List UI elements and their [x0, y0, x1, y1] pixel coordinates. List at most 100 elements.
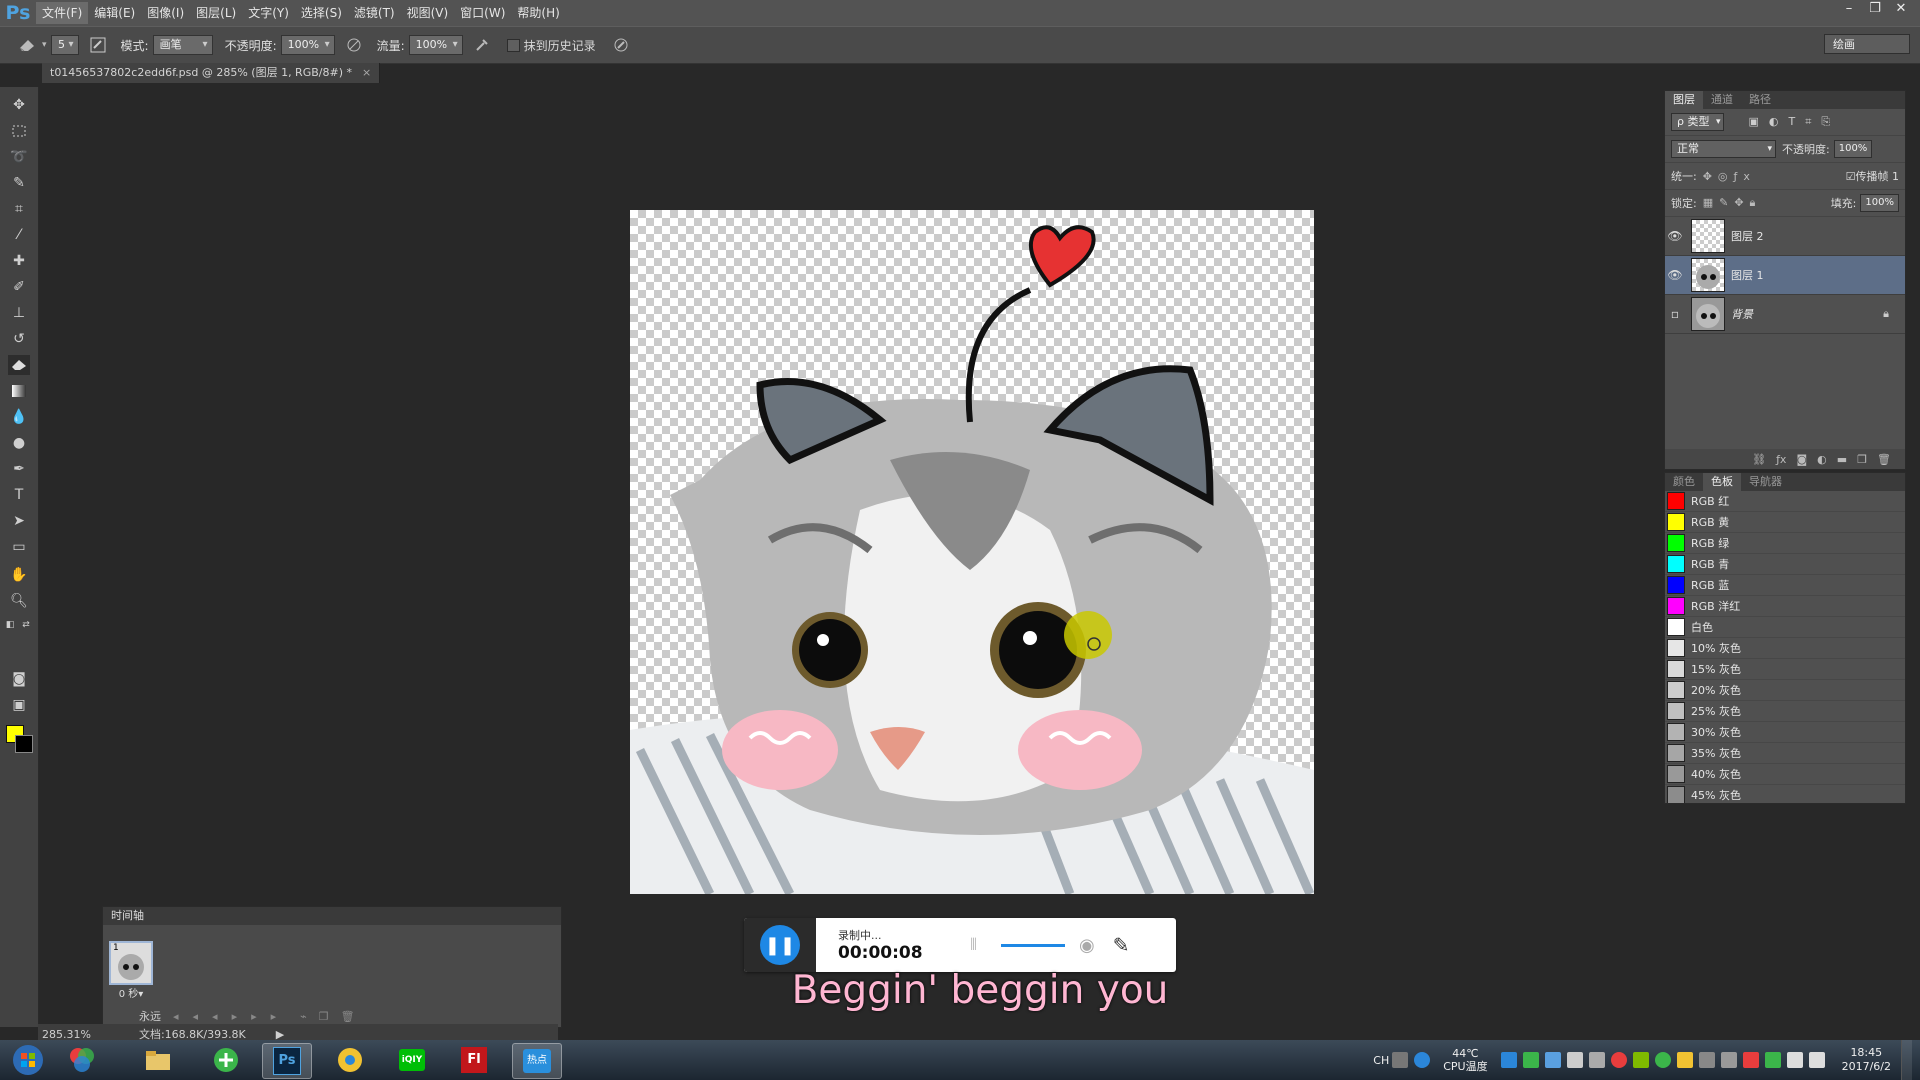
frame-tool-icons[interactable]: ⌁❐🗑︎	[300, 1010, 366, 1023]
layer-row-selected[interactable]: 👁︎ 图层 1	[1665, 256, 1905, 295]
visibility-eye-icon[interactable]: 👁︎	[1665, 229, 1685, 243]
menu-filter[interactable]: 滤镜(T)	[348, 2, 401, 24]
eraser-tool-icon[interactable]	[8, 355, 30, 375]
pen-tool-icon[interactable]: ✒	[8, 459, 30, 479]
swatch-chip[interactable]	[1667, 555, 1685, 573]
swatch-chip[interactable]	[1667, 723, 1685, 741]
menu-select[interactable]: 选择(S)	[295, 2, 348, 24]
menu-view[interactable]: 视图(V)	[401, 2, 455, 24]
blend-mode-select[interactable]: 正常	[1671, 140, 1776, 158]
document-tab[interactable]: t01456537802c2edd6f.psd @ 285% (图层 1, RG…	[42, 63, 381, 83]
erase-to-history-checkbox[interactable]	[506, 38, 520, 52]
swatch-row[interactable]: 15% 灰色	[1665, 659, 1905, 680]
photoshop-taskbar-icon[interactable]: Ps	[262, 1043, 312, 1079]
screen-mode-icon[interactable]: ▣	[8, 695, 30, 715]
swatch-row[interactable]: 白色	[1665, 617, 1905, 638]
menu-edit[interactable]: 编辑(E)	[88, 2, 141, 24]
blur-tool-icon[interactable]: 💧	[8, 407, 30, 427]
news-app-icon[interactable]: 热点	[512, 1043, 562, 1079]
mode-select[interactable]: 画笔	[152, 35, 213, 55]
start-button[interactable]	[4, 1043, 52, 1077]
shield-icon[interactable]	[1566, 1052, 1583, 1068]
document-canvas[interactable]	[630, 210, 1314, 894]
browser-icon[interactable]	[202, 1043, 250, 1077]
lasso-tool-icon[interactable]: ➰	[8, 147, 30, 167]
swatch-row[interactable]: RGB 洋红	[1665, 596, 1905, 617]
default-colors-icon[interactable]: ◧	[4, 615, 16, 635]
playback-buttons[interactable]: ◂◂◂▸▸▸	[173, 1010, 290, 1023]
menu-layer[interactable]: 图层(L)	[190, 2, 242, 24]
tray-app-icon[interactable]	[1500, 1052, 1517, 1068]
close-button[interactable]: ✕	[1888, 0, 1914, 18]
flash-icon[interactable]: Fl	[450, 1043, 498, 1077]
menu-window[interactable]: 窗口(W)	[454, 2, 511, 24]
lock-icons[interactable]: ▦✎✥🔒︎	[1703, 196, 1762, 210]
swatch-chip[interactable]	[1667, 492, 1685, 510]
layer-filter-icons[interactable]: ▣◐T⌗⎘	[1748, 115, 1840, 129]
move-tool-icon[interactable]: ✥	[8, 95, 30, 115]
new-layer-icon[interactable]: ❐	[1857, 453, 1867, 466]
swatch-chip[interactable]	[1667, 744, 1685, 762]
restore-button[interactable]: ❐	[1862, 0, 1888, 18]
swatch-chip[interactable]	[1667, 597, 1685, 615]
tray-green-icon[interactable]	[1522, 1052, 1539, 1068]
keyboard-icon[interactable]	[1392, 1052, 1409, 1068]
quick-mask-icon[interactable]: ◙	[8, 669, 30, 689]
pressure-size-icon[interactable]	[610, 34, 632, 56]
menu-image[interactable]: 图像(I)	[141, 2, 190, 24]
loop-select[interactable]: 永远	[139, 1008, 161, 1024]
swatch-chip[interactable]	[1667, 702, 1685, 720]
swatch-chip[interactable]	[1667, 681, 1685, 699]
zoom-tool-icon[interactable]: 🔍︎	[8, 591, 30, 611]
speaker-muted-icon[interactable]	[1742, 1052, 1759, 1068]
brush-tool-icon[interactable]: ✐	[8, 277, 30, 297]
swatch-row[interactable]: 35% 灰色	[1665, 743, 1905, 764]
eyedropper-tool-icon[interactable]: ⁄	[8, 225, 30, 245]
tab-navigator[interactable]: 导航器	[1741, 473, 1790, 491]
swatch-row[interactable]: RGB 青	[1665, 554, 1905, 575]
zoom-level[interactable]: 285.31%	[42, 1028, 91, 1041]
swatch-chip[interactable]	[1667, 618, 1685, 636]
tray-plus-icon[interactable]	[1632, 1052, 1649, 1068]
swatch-row[interactable]: 10% 灰色	[1665, 638, 1905, 659]
swatch-row[interactable]: 45% 灰色	[1665, 785, 1905, 803]
clock[interactable]: 18:45 2017/6/2	[1842, 1046, 1891, 1074]
menu-file[interactable]: 文件(F)	[36, 2, 89, 24]
unify-icons[interactable]: ✥◎ƒx	[1703, 170, 1756, 183]
layer-opacity-field[interactable]: 100%	[1833, 140, 1873, 158]
tray-yellow-icon[interactable]	[1676, 1052, 1693, 1068]
file-explorer-icon[interactable]	[134, 1043, 182, 1077]
minimize-button[interactable]: –	[1836, 0, 1862, 18]
volume-slider[interactable]	[1001, 943, 1066, 947]
delete-layer-icon[interactable]: 🗑︎	[1877, 453, 1891, 466]
quick-select-tool-icon[interactable]: ✎	[8, 173, 30, 193]
swatch-row[interactable]: 20% 灰色	[1665, 680, 1905, 701]
show-desktop-button[interactable]	[1901, 1040, 1912, 1080]
type-tool-icon[interactable]: T	[8, 485, 30, 505]
pause-button[interactable]: ❚❚	[760, 925, 800, 965]
workspace-select[interactable]: 绘画	[1824, 34, 1910, 54]
gradient-tool-icon[interactable]	[8, 381, 30, 401]
network-icon[interactable]	[1698, 1052, 1715, 1068]
history-brush-tool-icon[interactable]: ↺	[8, 329, 30, 349]
airbrush-icon[interactable]	[471, 34, 493, 56]
bluetooth-icon[interactable]	[1544, 1052, 1561, 1068]
layer-kind-filter[interactable]: ρ 类型	[1671, 113, 1725, 131]
swatch-row[interactable]: 40% 灰色	[1665, 764, 1905, 785]
clone-stamp-tool-icon[interactable]: ⊥	[8, 303, 30, 323]
tab-layers[interactable]: 图层	[1665, 91, 1703, 109]
pressure-opacity-icon[interactable]	[343, 34, 365, 56]
path-select-tool-icon[interactable]: ➤	[8, 511, 30, 531]
swatch-chip[interactable]	[1667, 534, 1685, 552]
crop-tool-icon[interactable]: ⌗	[8, 199, 30, 219]
colorful-app-icon[interactable]	[58, 1043, 106, 1077]
swatch-chip[interactable]	[1667, 639, 1685, 657]
swatch-row[interactable]: RGB 蓝	[1665, 575, 1905, 596]
tab-paths[interactable]: 路径	[1741, 91, 1779, 109]
layer-style-icon[interactable]: ƒx	[1776, 453, 1786, 466]
fill-field[interactable]: 100%	[1860, 194, 1899, 212]
tab-swatches[interactable]: 色板	[1703, 473, 1741, 491]
help-icon[interactable]	[1414, 1052, 1431, 1068]
opacity-field[interactable]: 100%	[280, 35, 335, 55]
signal-icon[interactable]	[1786, 1052, 1803, 1068]
